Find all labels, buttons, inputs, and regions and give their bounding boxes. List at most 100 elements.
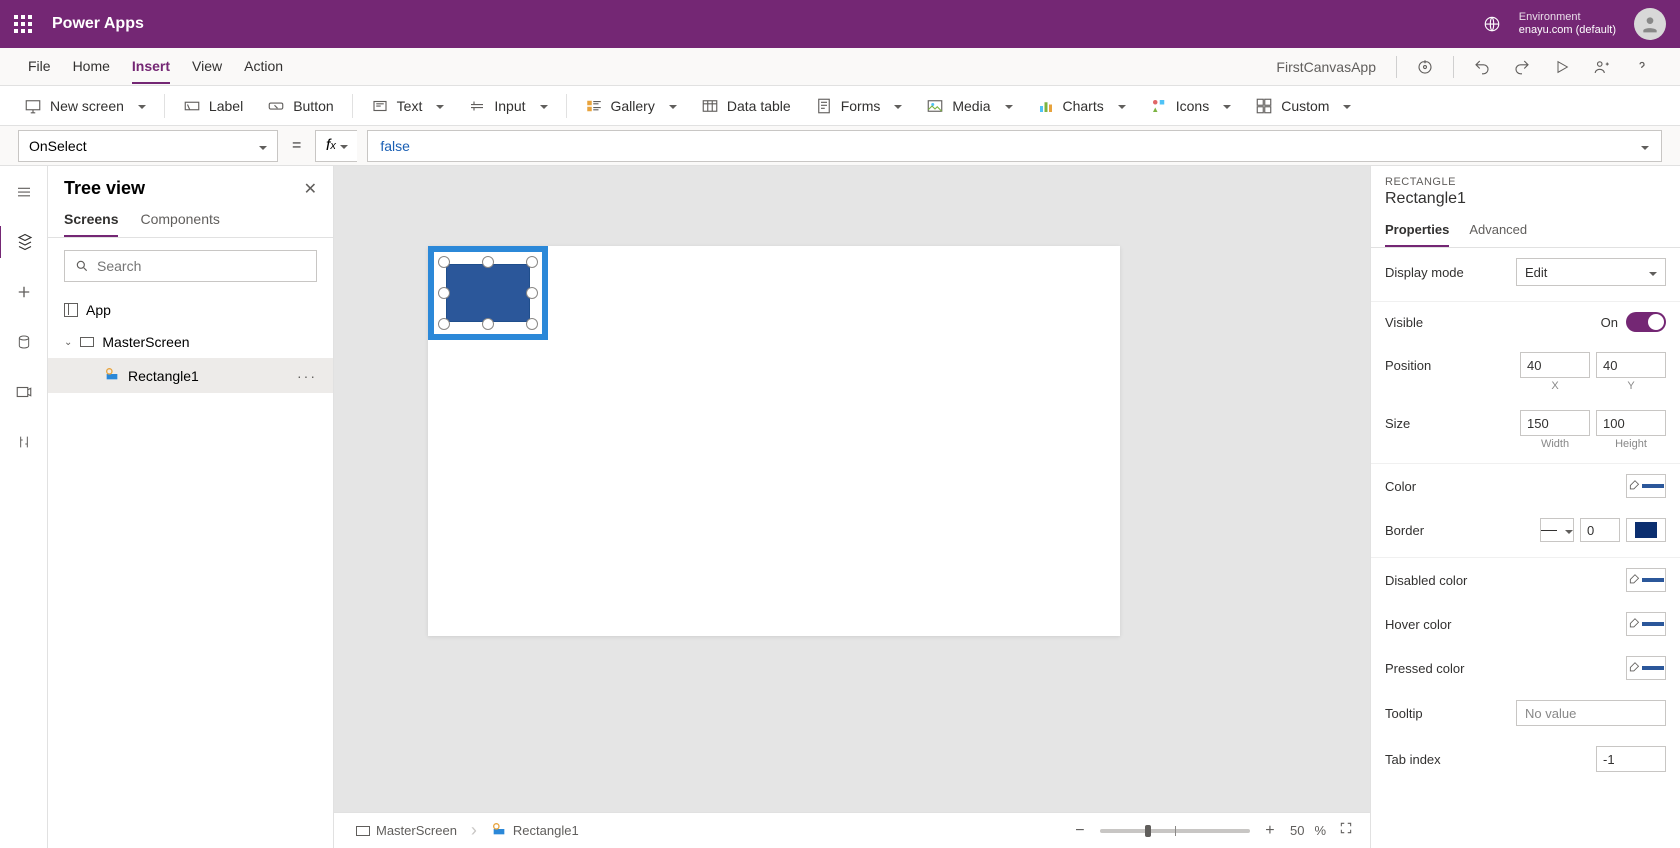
menu-action[interactable]: Action [244, 50, 283, 84]
canvas-screen[interactable] [428, 246, 1120, 636]
close-icon[interactable]: ✕ [304, 179, 317, 199]
properties-panel: RECTANGLE Rectangle1 Properties Advanced… [1370, 166, 1680, 848]
zoom-unit: % [1314, 823, 1326, 838]
separator [1453, 56, 1454, 78]
environment-picker[interactable]: Environment enayu.com (default) [1519, 11, 1616, 37]
border-width-input[interactable]: 0 [1580, 518, 1620, 542]
selected-rectangle[interactable] [428, 246, 548, 340]
gallery-icon [585, 97, 603, 115]
canvas-area[interactable]: MasterScreen › Rectangle1 − + 50 % [334, 166, 1370, 848]
button-icon [267, 97, 285, 115]
tab-properties[interactable]: Properties [1385, 216, 1449, 247]
tab-advanced[interactable]: Advanced [1469, 216, 1527, 247]
menu-file[interactable]: File [28, 50, 51, 84]
tree-search-input[interactable] [97, 258, 306, 274]
resize-handle[interactable] [482, 256, 494, 268]
breadcrumb-separator: › [471, 820, 477, 841]
display-mode-label: Display mode [1385, 265, 1464, 280]
insert-text-dropdown[interactable]: Text [361, 86, 455, 125]
app-launcher-icon[interactable] [14, 15, 32, 33]
zoom-out-button[interactable]: − [1070, 822, 1090, 840]
rectangle-icon [491, 821, 507, 840]
title-bar: Power Apps Environment enayu.com (defaul… [0, 0, 1680, 48]
border-style-select[interactable] [1540, 518, 1574, 542]
help-button[interactable] [1624, 51, 1660, 83]
tree-item-app[interactable]: App [48, 294, 333, 326]
display-mode-select[interactable]: Edit [1516, 258, 1666, 286]
media-icon [926, 97, 944, 115]
tab-screens[interactable]: Screens [64, 211, 118, 237]
insert-charts-dropdown[interactable]: Charts [1027, 86, 1136, 125]
new-screen-button[interactable]: New screen [14, 86, 156, 125]
color-label: Color [1385, 479, 1416, 494]
width-input[interactable]: 150 [1520, 410, 1590, 436]
formula-input[interactable]: false [367, 130, 1662, 162]
app-checker-button[interactable] [1407, 51, 1443, 83]
insert-ribbon: New screen Label Button Text Input Galle… [0, 86, 1680, 126]
insert-icons-dropdown[interactable]: Icons [1140, 86, 1241, 125]
menu-home[interactable]: Home [73, 50, 110, 84]
share-button[interactable] [1584, 51, 1620, 83]
hover-color-swatch[interactable] [1626, 612, 1666, 636]
input-icon [468, 97, 486, 115]
rail-media[interactable] [8, 376, 40, 408]
user-avatar[interactable] [1634, 8, 1666, 40]
tree-item-rectangle[interactable]: Rectangle1 ··· [48, 358, 333, 393]
resize-handle[interactable] [438, 318, 450, 330]
pressed-color-label: Pressed color [1385, 661, 1464, 676]
fit-to-screen-button[interactable] [1336, 821, 1356, 840]
fx-button[interactable]: fx [315, 130, 357, 162]
menu-view[interactable]: View [192, 50, 222, 84]
visible-toggle[interactable] [1626, 312, 1666, 332]
left-rail [0, 166, 48, 848]
icons-icon [1150, 97, 1168, 115]
redo-button[interactable] [1504, 51, 1540, 83]
insert-forms-dropdown[interactable]: Forms [805, 86, 913, 125]
border-color-swatch[interactable] [1626, 518, 1666, 542]
hover-color-label: Hover color [1385, 617, 1451, 632]
insert-button-button[interactable]: Button [257, 86, 343, 125]
resize-handle[interactable] [526, 318, 538, 330]
rail-data[interactable] [8, 326, 40, 358]
more-icon[interactable]: ··· [297, 368, 317, 384]
zoom-slider[interactable] [1100, 829, 1250, 833]
breadcrumb-shape[interactable]: Rectangle1 [483, 817, 587, 844]
insert-datatable-button[interactable]: Data table [691, 86, 801, 125]
tree-search[interactable] [64, 250, 317, 282]
color-swatch[interactable] [1626, 474, 1666, 498]
menu-insert[interactable]: Insert [132, 50, 170, 84]
resize-handle[interactable] [526, 287, 538, 299]
undo-button[interactable] [1464, 51, 1500, 83]
resize-handle[interactable] [526, 256, 538, 268]
resize-handle[interactable] [438, 256, 450, 268]
insert-input-dropdown[interactable]: Input [458, 86, 557, 125]
insert-gallery-dropdown[interactable]: Gallery [575, 86, 687, 125]
position-x-input[interactable]: 40 [1520, 352, 1590, 378]
height-input[interactable]: 100 [1596, 410, 1666, 436]
environment-icon [1483, 15, 1501, 33]
zoom-in-button[interactable]: + [1260, 822, 1280, 840]
rail-tree-view[interactable] [0, 226, 47, 258]
rail-hamburger[interactable] [8, 176, 40, 208]
insert-custom-dropdown[interactable]: Custom [1245, 86, 1361, 125]
position-y-input[interactable]: 40 [1596, 352, 1666, 378]
resize-handle[interactable] [438, 287, 450, 299]
position-label: Position [1385, 358, 1431, 373]
tooltip-input[interactable]: No value [1516, 700, 1666, 726]
visible-value: On [1601, 315, 1618, 330]
rail-advanced-tools[interactable] [8, 426, 40, 458]
breadcrumb-screen[interactable]: MasterScreen [348, 819, 465, 842]
disabled-color-swatch[interactable] [1626, 568, 1666, 592]
resize-handle[interactable] [482, 318, 494, 330]
tree-item-screen[interactable]: ⌄ MasterScreen [48, 326, 333, 358]
property-selector[interactable]: OnSelect [18, 130, 278, 162]
pressed-color-swatch[interactable] [1626, 656, 1666, 680]
tree-view-title: Tree view [64, 178, 145, 199]
search-icon [75, 259, 89, 273]
insert-media-dropdown[interactable]: Media [916, 86, 1022, 125]
tab-components[interactable]: Components [140, 211, 219, 237]
rail-insert[interactable] [8, 276, 40, 308]
insert-label-button[interactable]: Label [173, 86, 253, 125]
tabindex-input[interactable]: -1 [1596, 746, 1666, 772]
play-button[interactable] [1544, 51, 1580, 83]
